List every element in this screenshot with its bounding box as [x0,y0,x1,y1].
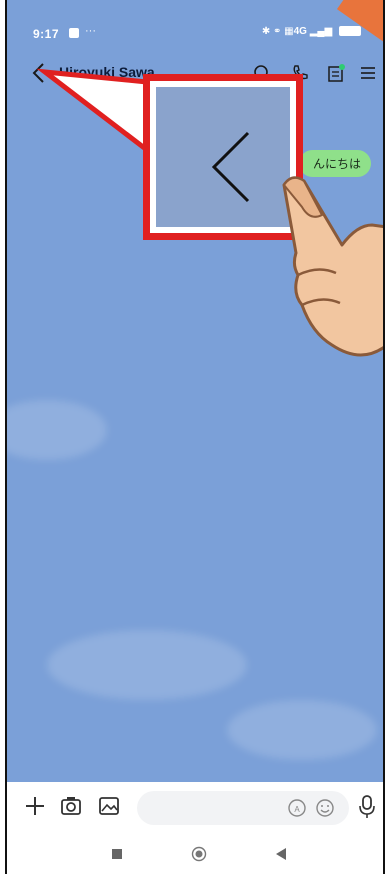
image-icon[interactable] [97,794,121,818]
ai-icon[interactable]: A [287,798,307,818]
home-button[interactable] [191,846,207,862]
cloud-decoration [227,700,377,760]
microphone-icon[interactable] [357,794,377,820]
input-bar: A [7,782,383,834]
camera-icon[interactable] [59,794,83,818]
system-nav-bar [7,834,383,874]
emoji-icon[interactable] [315,798,335,818]
phone-screen: 9:17 ··· ✱ ⚭ ▦4G ▂▄▆ Hiroyuki Sawa んにちは … [5,0,385,874]
cloud-decoration [7,400,107,460]
pointing-hand-illustration [282,176,383,357]
plus-icon[interactable] [23,794,47,818]
cloud-decoration [47,630,247,700]
svg-text:A: A [294,805,300,814]
message-input[interactable]: A [137,791,349,825]
recent-apps-button[interactable] [111,848,123,860]
back-nav-button[interactable] [275,847,287,861]
chevron-left-icon [211,131,250,203]
